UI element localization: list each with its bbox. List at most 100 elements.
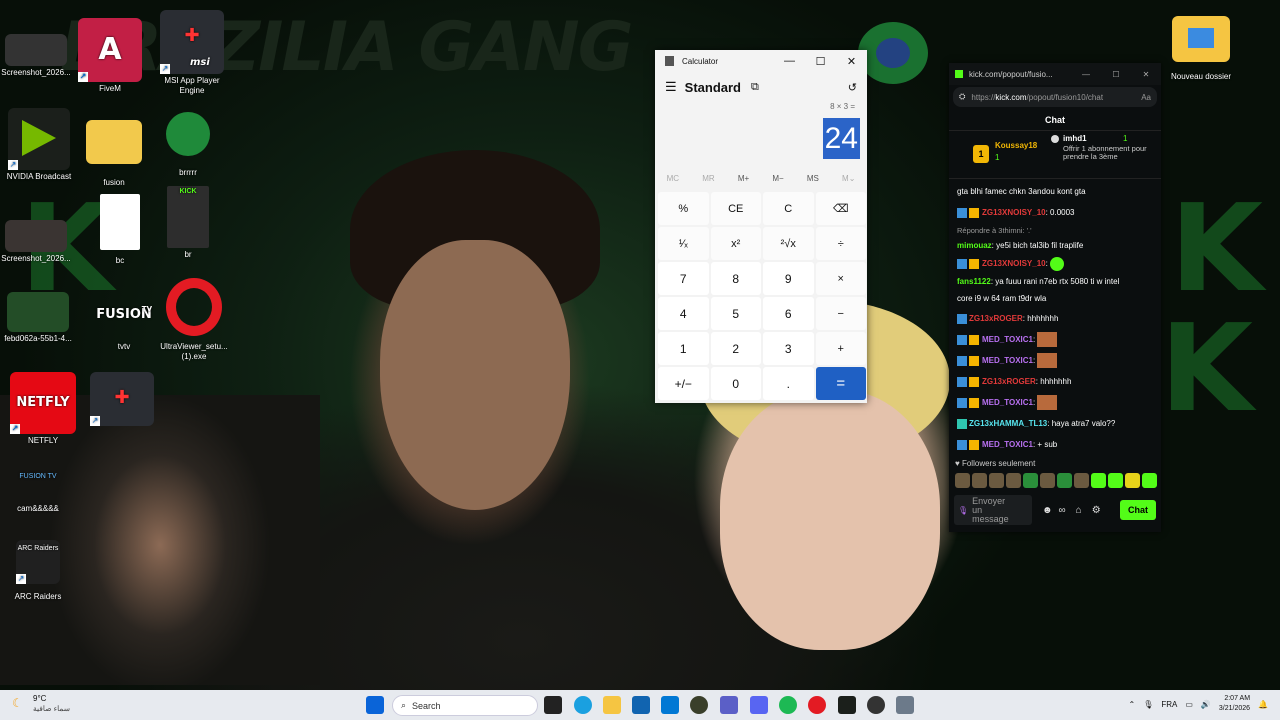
desktop-icon-msi-2[interactable]: ✚ ↗ — [82, 372, 162, 428]
desktop-icon-fivem[interactable]: A ↗ FiveM — [70, 18, 150, 94]
teams-icon[interactable] — [720, 696, 738, 714]
discord-icon[interactable] — [750, 696, 768, 714]
weather-moon-icon[interactable]: ☾ — [12, 696, 23, 710]
negate-button[interactable]: +/− — [658, 367, 709, 400]
chat-username[interactable]: ZG13xHAMMA_TL13 — [969, 419, 1047, 428]
backspace-button[interactable]: ⌫ — [815, 192, 866, 225]
obs-icon[interactable] — [867, 696, 885, 714]
spotify-icon[interactable] — [779, 696, 797, 714]
desktop-icon-nvidia-broadcast[interactable]: ↗ NVIDIA Broadcast — [0, 108, 79, 182]
chat-username[interactable]: ZG13XNOISY_10 — [982, 259, 1046, 268]
square-button[interactable]: x² — [710, 227, 761, 260]
emote-icon[interactable] — [1108, 473, 1123, 488]
emote-icon[interactable] — [955, 473, 970, 488]
desktop-icon-screenshot-2[interactable]: Screenshot_2026... — [0, 220, 76, 264]
emote-icon[interactable] — [1040, 473, 1055, 488]
calculator-titlebar[interactable]: Calculator — ☐ ✕ — [655, 50, 867, 72]
network-icon[interactable]: ▭ — [1185, 700, 1193, 709]
weather-temperature[interactable]: 9°C — [33, 694, 46, 703]
memory-recall-button[interactable]: MR — [702, 174, 714, 183]
volume-icon[interactable]: 🔊 — [1201, 700, 1211, 709]
chat-username[interactable]: ZG13XNOISY_10 — [982, 208, 1046, 217]
close-button[interactable]: ✕ — [836, 55, 867, 68]
clock[interactable]: 2:07 AM 3/21/2026 — [1219, 694, 1250, 714]
clear-entry-button[interactable]: CE — [710, 192, 761, 225]
desktop-icon-brrrrr[interactable]: brrrrr — [148, 112, 228, 178]
percent-button[interactable]: % — [658, 192, 709, 225]
decimal-button[interactable]: . — [763, 367, 814, 400]
browser-titlebar[interactable]: kick.com/popout/fusio... — ☐ ✕ — [949, 63, 1161, 85]
memory-store-button[interactable]: MS — [807, 174, 819, 183]
desktop-icon-br[interactable]: KICK br — [148, 186, 228, 260]
chat-username[interactable]: MED_TOXIC1 — [982, 440, 1033, 449]
emote-icon[interactable] — [1023, 473, 1038, 488]
add-button[interactable]: + — [815, 332, 866, 365]
emote-icon[interactable] — [1142, 473, 1157, 488]
address-bar[interactable]: ⛭ https://kick.com/popout/fusion10/chat … — [953, 87, 1157, 107]
minimize-button[interactable]: — — [774, 55, 805, 68]
site-info-icon[interactable]: ⛭ — [959, 92, 965, 102]
memory-subtract-button[interactable]: M− — [772, 174, 783, 183]
memory-add-button[interactable]: M+ — [738, 174, 749, 183]
infinity-icon[interactable]: ∞ — [1059, 505, 1066, 516]
maximize-button[interactable]: ☐ — [1101, 70, 1131, 79]
send-chat-button[interactable]: Chat — [1120, 500, 1156, 520]
outlook-icon[interactable] — [632, 696, 650, 714]
desktop-icon-ultraviewer[interactable]: UltraViewer_setu... (1).exe — [154, 278, 234, 362]
chat-username[interactable]: MED_TOXIC1 — [982, 356, 1033, 365]
store-icon[interactable]: ⌂ — [1076, 505, 1082, 516]
kick-chat-window[interactable]: kick.com/popout/fusio... — ☐ ✕ ⛭ https:/… — [949, 63, 1161, 532]
notification-bell-icon[interactable]: 🔔 — [1258, 700, 1268, 709]
emote-icon[interactable] — [972, 473, 987, 488]
calculator-taskbar-icon[interactable] — [896, 696, 914, 714]
minimize-button[interactable]: — — [1071, 70, 1101, 79]
divide-button[interactable]: ÷ — [815, 227, 866, 260]
digit-1-button[interactable]: 1 — [658, 332, 709, 365]
desktop-icon-nouveau-dossier[interactable]: Nouveau dossier — [1161, 16, 1241, 82]
equals-button[interactable]: = — [815, 367, 866, 400]
microphone-icon[interactable]: 🎙 — [958, 506, 968, 515]
store-icon[interactable] — [661, 696, 679, 714]
reciprocal-button[interactable]: ¹⁄ₓ — [658, 227, 709, 260]
close-button[interactable]: ✕ — [1131, 70, 1161, 79]
start-icon[interactable] — [366, 696, 384, 714]
language-indicator[interactable]: FRA — [1161, 700, 1177, 709]
calculator-window[interactable]: Calculator — ☐ ✕ ☰ Standard ⧉ ↺ 8 × 3 = … — [655, 50, 867, 403]
desktop-icon-netfly[interactable]: NETFLY ↗ NETFLY — [3, 372, 83, 446]
desktop-icon-cam[interactable]: FUSION TV cam&&&&& — [0, 462, 78, 514]
nvidia-broadcast-icon[interactable] — [838, 696, 856, 714]
opera-icon[interactable] — [808, 696, 826, 714]
chat-username[interactable]: fans1122 — [957, 277, 991, 286]
show-hidden-icons-icon[interactable]: ⌃ — [1128, 700, 1135, 709]
keep-on-top-icon[interactable]: ⧉ — [751, 81, 759, 94]
chat-username[interactable]: ZG13xROGER — [969, 314, 1023, 323]
emoji-icon[interactable]: ☻ — [1042, 505, 1053, 516]
emote-icon[interactable] — [1057, 473, 1072, 488]
settings-gear-icon[interactable]: ⚙ — [1092, 505, 1101, 516]
digit-0-button[interactable]: 0 — [710, 367, 761, 400]
chat-username[interactable]: ZG13xROGER — [982, 377, 1036, 386]
calculator-display[interactable]: 24 — [822, 118, 860, 159]
reader-mode-icon[interactable]: Aa — [1141, 93, 1151, 102]
xbox-icon[interactable] — [690, 696, 708, 714]
desktop-icon-screenshot[interactable]: Screenshot_2026... — [0, 34, 76, 78]
desktop-icon-fusion-folder[interactable]: fusion — [74, 120, 154, 188]
memory-list-button[interactable]: M⌄ — [842, 174, 855, 183]
chat-username[interactable]: MED_TOXIC1 — [982, 398, 1033, 407]
digit-4-button[interactable]: 4 — [658, 297, 709, 330]
square-root-button[interactable]: ²√x — [763, 227, 814, 260]
menu-icon[interactable]: ☰ — [665, 79, 677, 95]
digit-6-button[interactable]: 6 — [763, 297, 814, 330]
emote-icon[interactable] — [1091, 473, 1106, 488]
digit-3-button[interactable]: 3 — [763, 332, 814, 365]
chat-message-input[interactable]: 🎙 Envoyer un message — [954, 495, 1032, 525]
emote-icon[interactable] — [989, 473, 1004, 488]
digit-7-button[interactable]: 7 — [658, 262, 709, 295]
history-icon[interactable]: ↺ — [848, 81, 857, 94]
emote-icon[interactable] — [1074, 473, 1089, 488]
clear-button[interactable]: C — [763, 192, 814, 225]
emote-icon[interactable] — [1125, 473, 1140, 488]
chat-username[interactable]: mimouaz — [957, 241, 992, 250]
digit-5-button[interactable]: 5 — [710, 297, 761, 330]
digit-9-button[interactable]: 9 — [763, 262, 814, 295]
